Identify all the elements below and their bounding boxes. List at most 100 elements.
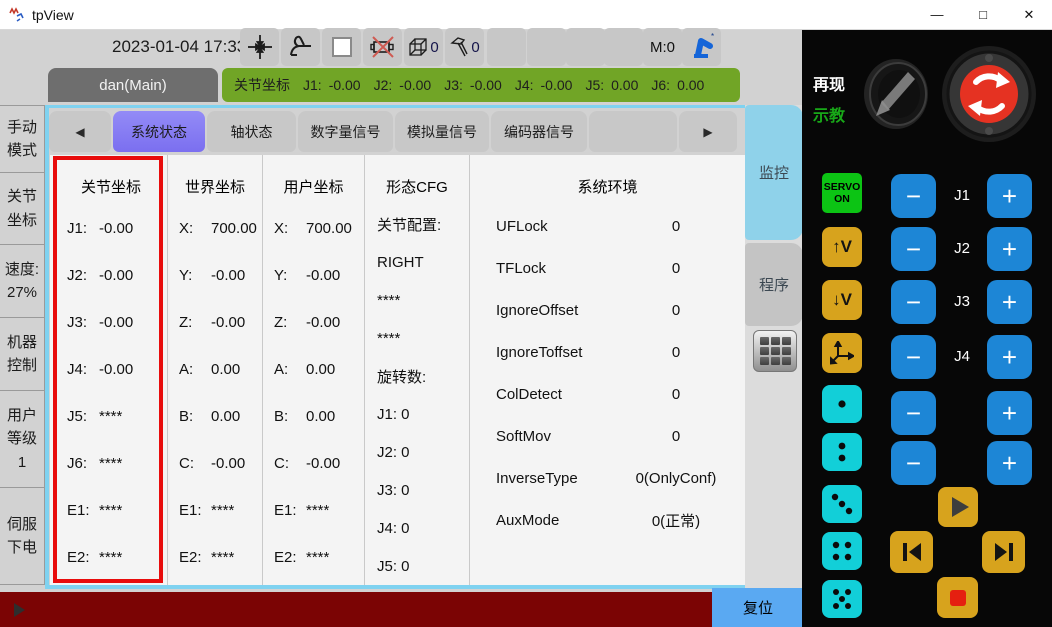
- tool-counter-button[interactable]: 0: [445, 28, 484, 66]
- tab-analog-signals[interactable]: 模拟量信号: [395, 111, 489, 152]
- status-tab-bar: ◀ 系统状态 轴状态 数字量信号 模拟量信号 编码器信号 ▶: [49, 108, 745, 154]
- robot-arm-button[interactable]: *: [682, 28, 721, 66]
- joint-readout-title: 关节坐标: [234, 75, 290, 95]
- tab-encoder-signals[interactable]: 编码器信号: [491, 111, 587, 152]
- cube-count: 0: [430, 39, 438, 56]
- side-tab-monitor[interactable]: 监控: [745, 105, 803, 240]
- minus-icon: −: [906, 342, 921, 373]
- close-button[interactable]: ✕: [1012, 0, 1046, 29]
- group-4-button[interactable]: [822, 532, 862, 570]
- jog-j4-plus-button[interactable]: +: [987, 335, 1032, 379]
- jog-aux2-minus-button[interactable]: −: [891, 441, 936, 485]
- toolbar-blank-button-3[interactable]: [566, 28, 605, 66]
- tab-scroll-left-button[interactable]: ◀: [49, 111, 111, 152]
- tab-axis-status[interactable]: 轴状态: [207, 111, 296, 152]
- step-forward-button[interactable]: [982, 531, 1025, 573]
- step-back-button[interactable]: [890, 531, 933, 573]
- user-row: Y:-0.00: [263, 252, 364, 299]
- sidebar-item-manual-mode[interactable]: 手动模式: [0, 105, 45, 172]
- jog-j1-minus-button[interactable]: −: [891, 174, 936, 218]
- tab-blank[interactable]: [589, 111, 677, 152]
- keypad-button[interactable]: [753, 330, 797, 372]
- plus-icon: +: [1002, 287, 1017, 318]
- toolbar-blank-button-4[interactable]: [604, 28, 643, 66]
- group-5-button[interactable]: [822, 580, 862, 618]
- column-joint-coordinates: 关节坐标 J1:-0.00 J2:-0.00 J3:-0.00 J4:-0.00…: [56, 155, 166, 585]
- speed-down-button[interactable]: ↓V: [822, 280, 862, 320]
- keypad-grid-icon: [760, 337, 791, 365]
- converge-arrows-button[interactable]: [240, 28, 279, 66]
- user-row: Z:-0.00: [263, 299, 364, 346]
- world-row: A:0.00: [168, 346, 262, 393]
- hand-jog-button[interactable]: [281, 28, 320, 66]
- jog-j2-minus-button[interactable]: −: [891, 227, 936, 271]
- toolbar-blank-button-1[interactable]: [487, 28, 526, 66]
- cube-counter-button[interactable]: 0: [404, 28, 443, 66]
- jog-aux1-minus-button[interactable]: −: [891, 391, 936, 435]
- sidebar-item-speed[interactable]: 速度:27%: [0, 244, 45, 317]
- motor-off-button[interactable]: [363, 28, 402, 66]
- world-row: E2:****: [168, 534, 262, 581]
- joint-readout-j6: J6:0.00: [651, 77, 704, 93]
- jog-j4-minus-button[interactable]: −: [891, 335, 936, 379]
- user-column-title: 用户坐标: [263, 155, 364, 205]
- dice-3-icon: [827, 490, 857, 518]
- stop-button[interactable]: [937, 577, 978, 618]
- emergency-stop-button[interactable]: [940, 44, 1038, 149]
- cfg-line: J5: 0: [365, 547, 469, 585]
- side-tab-program[interactable]: 程序: [745, 243, 803, 326]
- mode-selector-knob[interactable]: [862, 56, 934, 137]
- env-column-title: 系统环境: [470, 155, 745, 205]
- program-tab-dan-main[interactable]: dan(Main): [48, 68, 218, 102]
- sidebar-item-joint-coord[interactable]: 关节坐标: [0, 172, 45, 244]
- joint-row: J2:-0.00: [56, 252, 166, 299]
- jog-j3-plus-button[interactable]: +: [987, 280, 1032, 324]
- joint-readout-bar: 关节坐标 J1:-0.00 J2:-0.00 J3:-0.00 J4:-0.00…: [222, 68, 740, 102]
- toolbar-blank-button-2[interactable]: [527, 28, 566, 66]
- speed-up-button[interactable]: ↑V: [822, 227, 862, 267]
- user-row: X:700.00: [263, 205, 364, 252]
- world-row: X:700.00: [168, 205, 262, 252]
- jog-aux1-plus-button[interactable]: +: [987, 391, 1032, 435]
- plus-icon: +: [1002, 448, 1017, 479]
- tab-digital-signals[interactable]: 数字量信号: [298, 111, 393, 152]
- dice-2-icon: [827, 438, 857, 466]
- joint-readout-j2: J2:-0.00: [374, 77, 432, 93]
- group-2-button[interactable]: [822, 433, 862, 471]
- jog-j1-plus-button[interactable]: +: [987, 174, 1032, 218]
- play-button[interactable]: [938, 487, 978, 527]
- group-3-button[interactable]: [822, 485, 862, 523]
- square-indicator-button[interactable]: [322, 28, 361, 66]
- mode-counter-button[interactable]: M:0: [643, 28, 682, 66]
- jog-j3-minus-button[interactable]: −: [891, 280, 936, 324]
- mode-label-teach: 示教: [813, 102, 845, 126]
- group-1-button[interactable]: [822, 385, 862, 423]
- minimize-button[interactable]: —: [920, 0, 954, 29]
- coordinate-frame-button[interactable]: [822, 333, 862, 373]
- jog-j2-plus-button[interactable]: +: [987, 227, 1032, 271]
- sidebar-item-machine-control[interactable]: 机器控制: [0, 317, 45, 390]
- jog-aux2-plus-button[interactable]: +: [987, 441, 1032, 485]
- joint-readout-j5: J5:0.00: [585, 77, 638, 93]
- jog-label-j2: J2: [947, 240, 977, 257]
- sidebar-item-user-level[interactable]: 用户等级1: [0, 390, 45, 487]
- alarm-expand-icon[interactable]: [14, 603, 25, 617]
- env-row: SoftMov0: [470, 415, 745, 457]
- robot-arm-icon: *: [688, 32, 716, 62]
- env-row: TFLock0: [470, 247, 745, 289]
- user-row: A:0.00: [263, 346, 364, 393]
- world-row: C:-0.00: [168, 440, 262, 487]
- tab-scroll-right-button[interactable]: ▶: [679, 111, 737, 152]
- dice-5-icon: [827, 585, 857, 613]
- reset-button[interactable]: 复位: [712, 588, 804, 627]
- dice-4-icon: [827, 537, 857, 565]
- maximize-button[interactable]: □: [966, 0, 1000, 29]
- speed-down-icon: ↓V: [832, 290, 852, 310]
- column-user-coordinates: 用户坐标 X:700.00 Y:-0.00 Z:-0.00 A:0.00 B:0…: [263, 155, 364, 585]
- jog-label-j1: J1: [947, 187, 977, 204]
- tab-system-status[interactable]: 系统状态: [113, 111, 205, 152]
- stop-icon: [950, 590, 966, 606]
- sidebar-item-servo-power-off[interactable]: 伺服下电: [0, 487, 45, 585]
- left-arrow-icon: ◀: [75, 125, 84, 139]
- servo-on-button[interactable]: SERVO ON: [822, 173, 862, 213]
